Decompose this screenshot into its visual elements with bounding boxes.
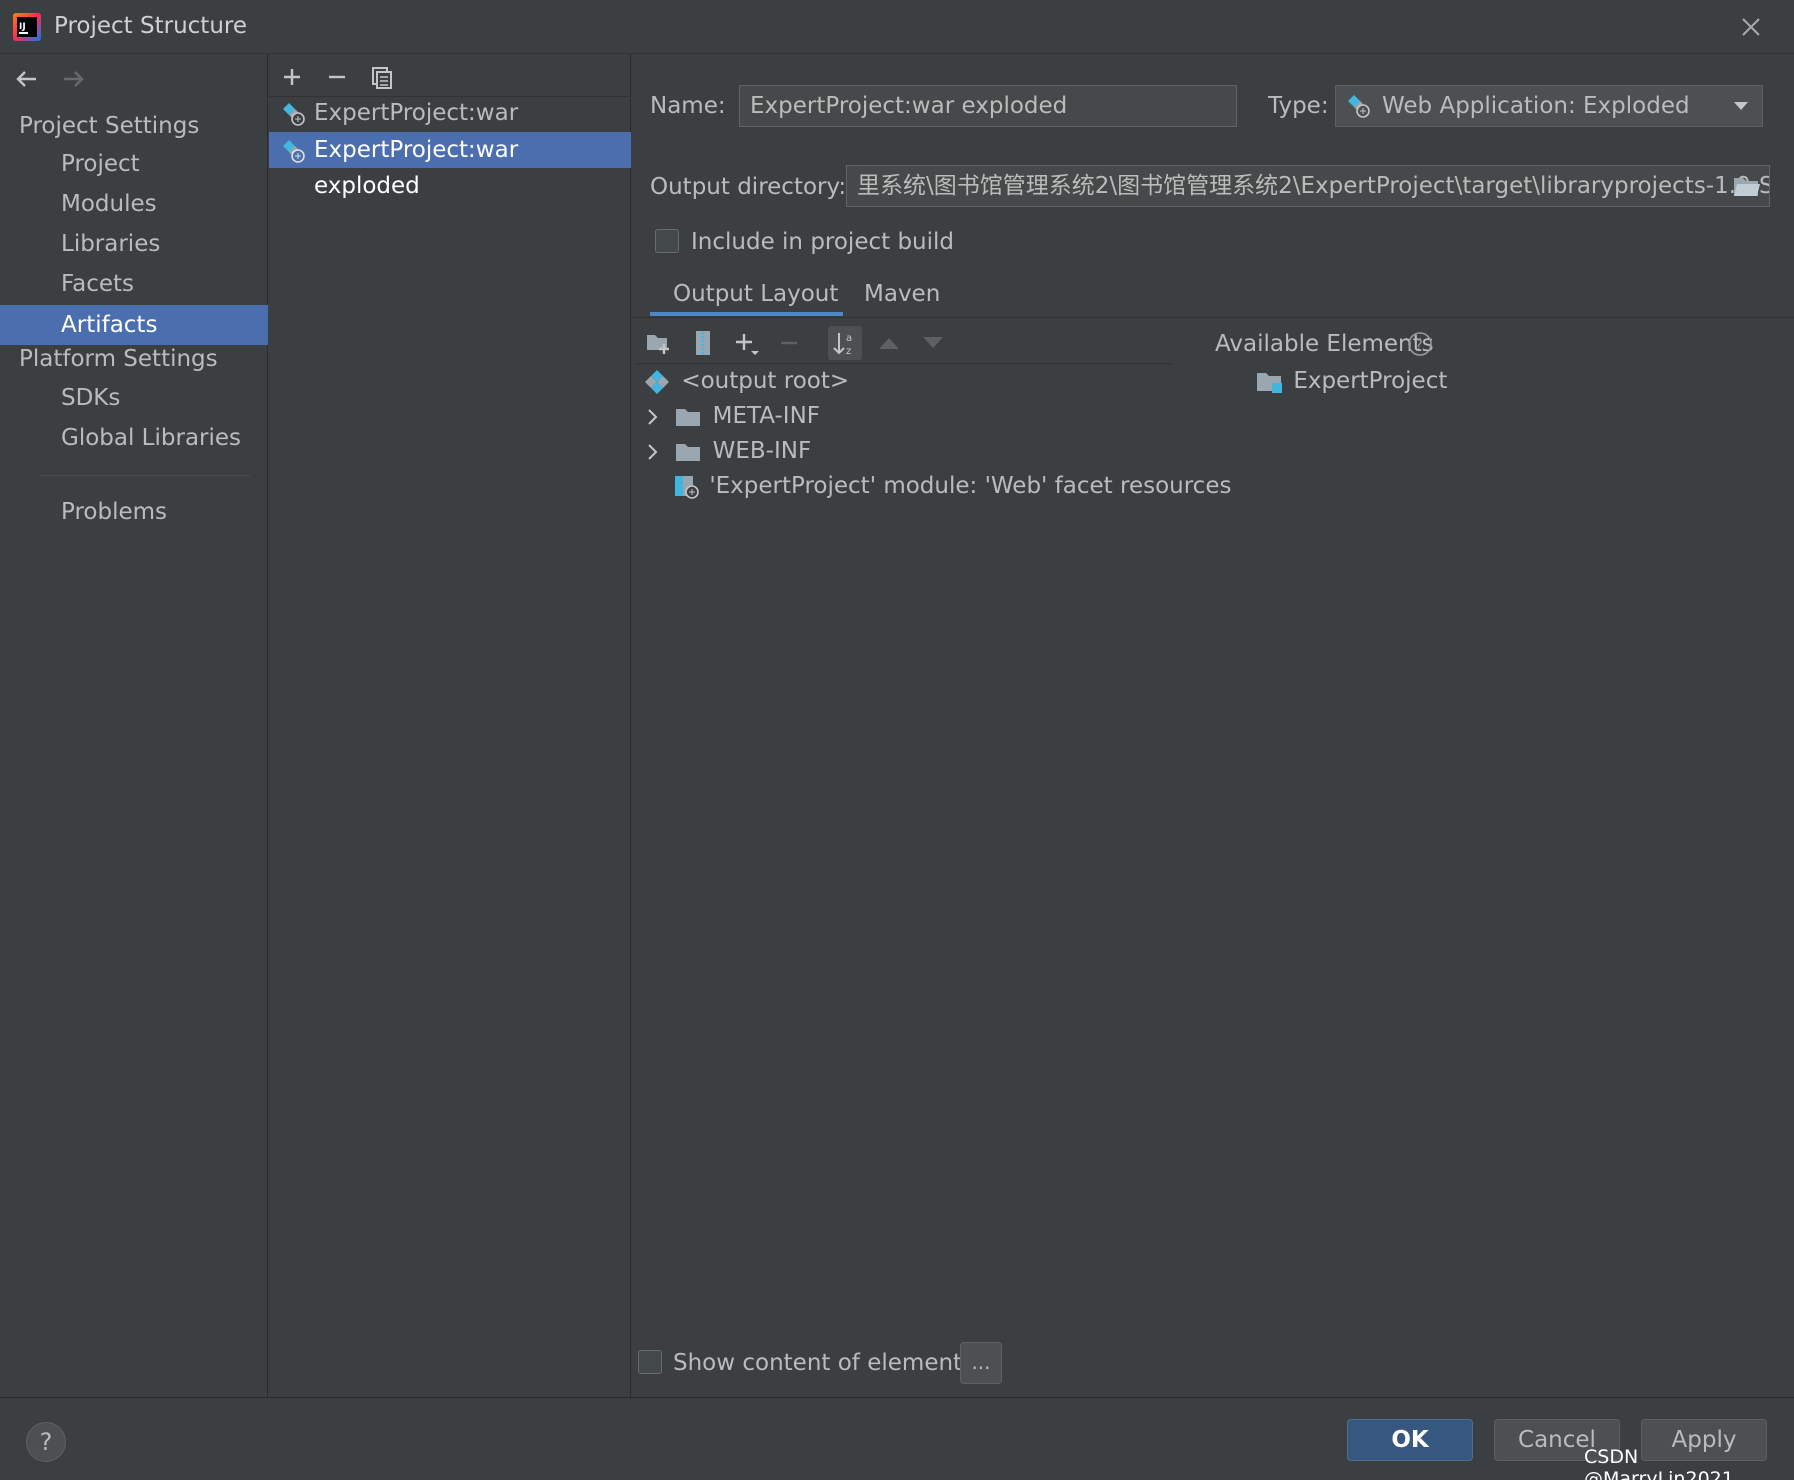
tabs-divider: [632, 317, 1794, 318]
output-directory-label: Output directory:: [650, 174, 847, 200]
tree-item-web-inf[interactable]: WEB-INF: [644, 434, 811, 468]
forward-arrow-icon[interactable]: [56, 62, 90, 96]
artifact-list-panel: ExpertProject:war ExpertProject:war expl…: [269, 54, 631, 1398]
sort-elements-button[interactable]: a z: [828, 326, 862, 360]
bottom-divider: [0, 1397, 1794, 1398]
sidebar-item-sdks[interactable]: SDKs: [0, 378, 268, 418]
available-item-label: ExpertProject: [1293, 368, 1448, 394]
sidebar-item-project[interactable]: Project: [0, 144, 268, 184]
include-in-build-label: Include in project build: [691, 229, 955, 255]
add-dropdown-icon: [736, 334, 759, 355]
chevron-right-icon[interactable]: [644, 443, 662, 461]
remove-icon[interactable]: [322, 62, 352, 92]
svg-text:?: ?: [1415, 336, 1423, 354]
artifact-details-panel: Name: ExpertProject:war exploded Type: W…: [632, 54, 1794, 1398]
window-title: Project Structure: [54, 13, 247, 39]
artifact-icon: [283, 140, 305, 163]
new-folder-icon: [647, 335, 669, 354]
close-icon[interactable]: [1736, 12, 1766, 42]
name-label: Name:: [650, 93, 726, 119]
tab-maven[interactable]: Maven: [864, 281, 940, 307]
include-in-build-checkbox[interactable]: [655, 229, 679, 253]
sidebar-divider: [40, 475, 250, 476]
tree-item-label: 'ExpertProject' module: 'Web' facet reso…: [709, 473, 1232, 499]
tree-item-label: META-INF: [712, 403, 821, 429]
help-circle-icon[interactable]: ?: [1407, 331, 1433, 357]
ellipsis-button[interactable]: ...: [960, 1342, 1002, 1384]
chevron-down-icon: [1734, 102, 1748, 110]
artifact-icon: [283, 103, 305, 126]
create-archive-button[interactable]: [686, 326, 720, 360]
move-up-button[interactable]: [872, 326, 906, 360]
artifact-icon: [1348, 95, 1370, 118]
show-content-checkbox[interactable]: [638, 1350, 662, 1374]
add-icon[interactable]: [277, 62, 307, 92]
back-arrow-icon[interactable]: [10, 62, 44, 96]
svg-text:IJ: IJ: [19, 22, 26, 32]
sidebar-item-libraries[interactable]: Libraries: [0, 224, 268, 264]
project-settings-header: Project Settings: [19, 113, 200, 139]
chevron-right-icon[interactable]: [644, 408, 662, 426]
svg-text:z: z: [846, 346, 851, 357]
output-directory-field[interactable]: 里系统\图书馆管理系统2\图书馆管理系统2\ExpertProject\targ…: [846, 165, 1770, 207]
sidebar-item-modules[interactable]: Modules: [0, 184, 268, 224]
tree-item-output-root[interactable]: <output root>: [644, 364, 849, 398]
sidebar-item-problems[interactable]: Problems: [0, 492, 268, 532]
type-label: Type:: [1268, 93, 1329, 119]
arrow-down-icon: [923, 337, 943, 348]
create-directory-button[interactable]: [642, 326, 676, 360]
browse-folder-icon[interactable]: [1732, 172, 1762, 200]
sort-alphabetically-icon: a z: [833, 333, 852, 357]
add-copy-button[interactable]: [729, 326, 763, 360]
active-tab-indicator: [650, 312, 843, 316]
tab-output-layout[interactable]: Output Layout: [673, 281, 838, 307]
tree-item-web-facet-resources[interactable]: 'ExpertProject' module: 'Web' facet reso…: [674, 469, 1231, 503]
ok-button[interactable]: OK: [1347, 1419, 1473, 1461]
web-facet-icon: [675, 475, 699, 499]
artifact-icon: [645, 369, 669, 394]
available-elements-label: Available Elements: [1215, 331, 1434, 357]
arrow-up-icon: [879, 338, 899, 349]
tree-item-meta-inf[interactable]: META-INF: [644, 399, 820, 433]
sidebar-item-facets[interactable]: Facets: [0, 264, 268, 304]
show-content-label: Show content of elements: [673, 1350, 975, 1376]
intellij-app-icon: IJ: [13, 13, 41, 41]
watermark-text: CSDN @MarryLin2021: [1584, 1446, 1734, 1480]
tree-item-label: <output root>: [681, 368, 850, 394]
remove-icon: [781, 341, 797, 345]
artifact-label: ExpertProject:war exploded: [314, 137, 519, 199]
platform-settings-header: Platform Settings: [19, 346, 218, 372]
artifact-label: ExpertProject:war: [314, 100, 519, 126]
artifact-item-war[interactable]: ExpertProject:war: [269, 95, 631, 131]
folder-icon: [676, 408, 701, 426]
folder-icon: [676, 443, 701, 461]
help-button[interactable]: ?: [26, 1422, 66, 1462]
title-bar: IJ Project Structure: [0, 0, 1794, 54]
archive-icon: [696, 331, 710, 355]
tree-item-label: WEB-INF: [712, 438, 812, 464]
svg-text:a: a: [846, 333, 852, 344]
sidebar-item-global-libraries[interactable]: Global Libraries: [0, 418, 268, 458]
output-directory-value: 里系统\图书馆管理系统2\图书馆管理系统2\ExpertProject\targ…: [857, 173, 1769, 199]
move-down-button[interactable]: [916, 326, 950, 360]
type-dropdown[interactable]: Web Application: Exploded: [1335, 85, 1763, 127]
artifact-item-war-exploded[interactable]: ExpertProject:war exploded: [269, 132, 631, 199]
sidebar: Project Settings Project Modules Librari…: [0, 54, 268, 1398]
type-value: Web Application: Exploded: [1382, 93, 1690, 119]
module-folder-icon: [1257, 372, 1282, 393]
sidebar-item-artifacts[interactable]: Artifacts: [0, 305, 268, 345]
remove-element-button[interactable]: [772, 326, 806, 360]
copy-icon[interactable]: [367, 62, 397, 92]
name-field[interactable]: ExpertProject:war exploded: [739, 85, 1237, 127]
available-item-expertproject[interactable]: ExpertProject: [1256, 364, 1447, 398]
